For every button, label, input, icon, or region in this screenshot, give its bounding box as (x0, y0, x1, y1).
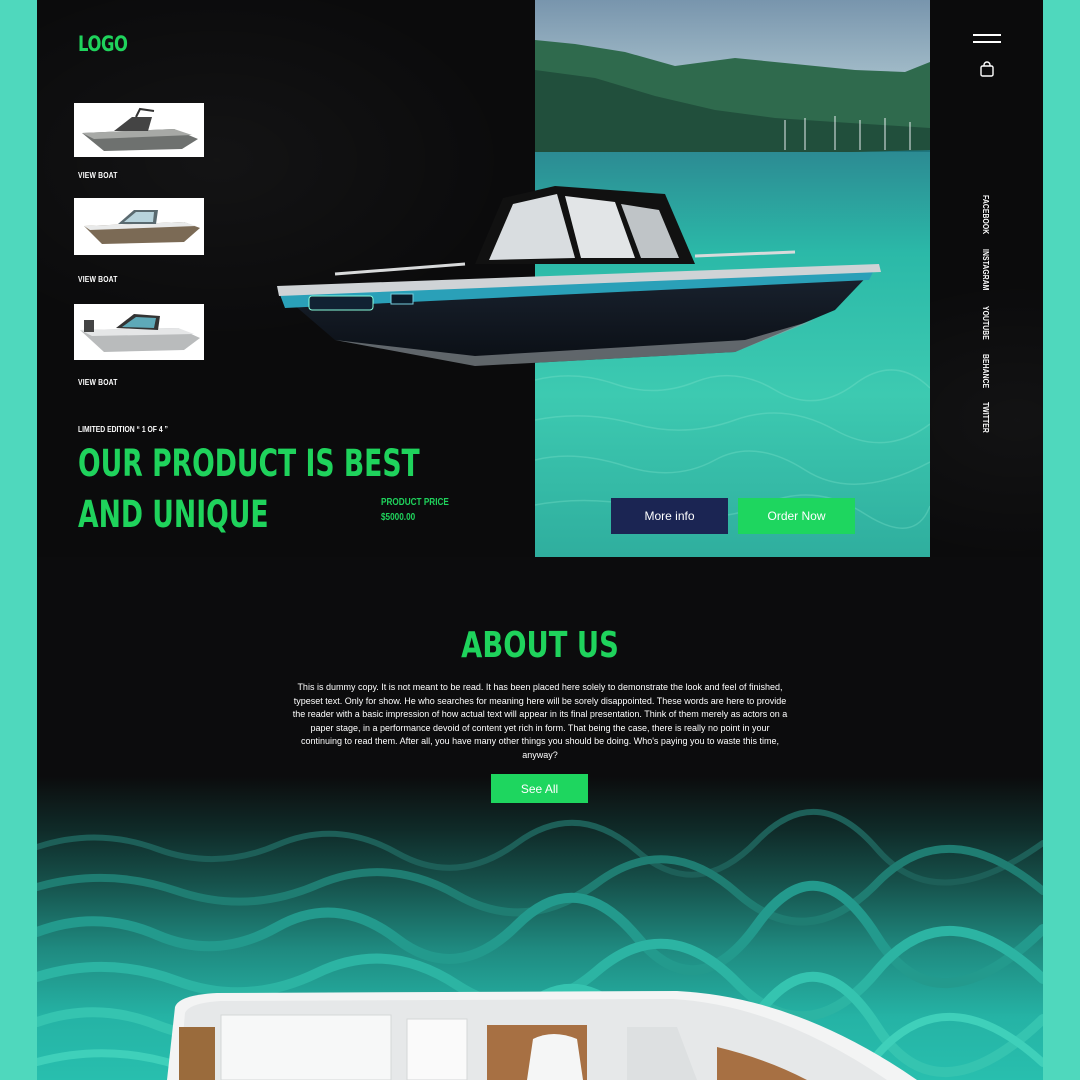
boat-thumbnail-1[interactable] (74, 103, 204, 157)
price-value: $5000.00 (381, 512, 416, 523)
hero-section: LOGO VIEW BOAT VIEW BOAT VIEW BOAT LIMIT… (37, 0, 1043, 557)
logo[interactable]: LOGO (78, 32, 128, 56)
shopping-bag-icon[interactable] (979, 61, 995, 77)
about-section: ABOUT US This is dummy copy. It is not m… (37, 557, 1043, 1080)
about-title: ABOUT US (461, 625, 619, 666)
featured-boat-image (277, 186, 881, 366)
headline-line-2: AND UNIQUE (78, 493, 269, 536)
social-links: FACEBOOK INSTAGRAM YOUTUBE BEHANCE TWITT… (981, 195, 995, 446)
landing-page: LOGO VIEW BOAT VIEW BOAT VIEW BOAT LIMIT… (37, 0, 1043, 1080)
see-all-button[interactable]: See All (491, 774, 588, 803)
edition-label: LIMITED EDITION “ 1 OF 4 ” (78, 425, 168, 434)
hamburger-menu-icon[interactable] (973, 34, 1001, 44)
social-instagram[interactable]: INSTAGRAM (981, 249, 990, 290)
hero-headline: OUR PRODUCT IS BEST AND UNIQUE (78, 438, 420, 540)
about-paragraph: This is dummy copy. It is not meant to b… (292, 682, 788, 760)
boat-thumbnail-2[interactable] (74, 198, 204, 255)
social-behance[interactable]: BEHANCE (981, 354, 990, 388)
price-label: PRODUCT PRICE (381, 497, 449, 508)
headline-line-1: OUR PRODUCT IS BEST (78, 442, 420, 485)
social-facebook[interactable]: FACEBOOK (981, 195, 990, 234)
boat-thumbnail-3[interactable] (74, 304, 204, 360)
view-boat-link-2[interactable]: VIEW BOAT (78, 275, 118, 284)
more-info-button[interactable]: More info (611, 498, 728, 534)
social-youtube[interactable]: YOUTUBE (981, 306, 990, 340)
boat-top-view-image (167, 991, 917, 1080)
view-boat-link-3[interactable]: VIEW BOAT (78, 378, 118, 387)
order-now-button[interactable]: Order Now (738, 498, 855, 534)
view-boat-link-1[interactable]: VIEW BOAT (78, 171, 118, 180)
social-twitter[interactable]: TWITTER (981, 402, 990, 433)
